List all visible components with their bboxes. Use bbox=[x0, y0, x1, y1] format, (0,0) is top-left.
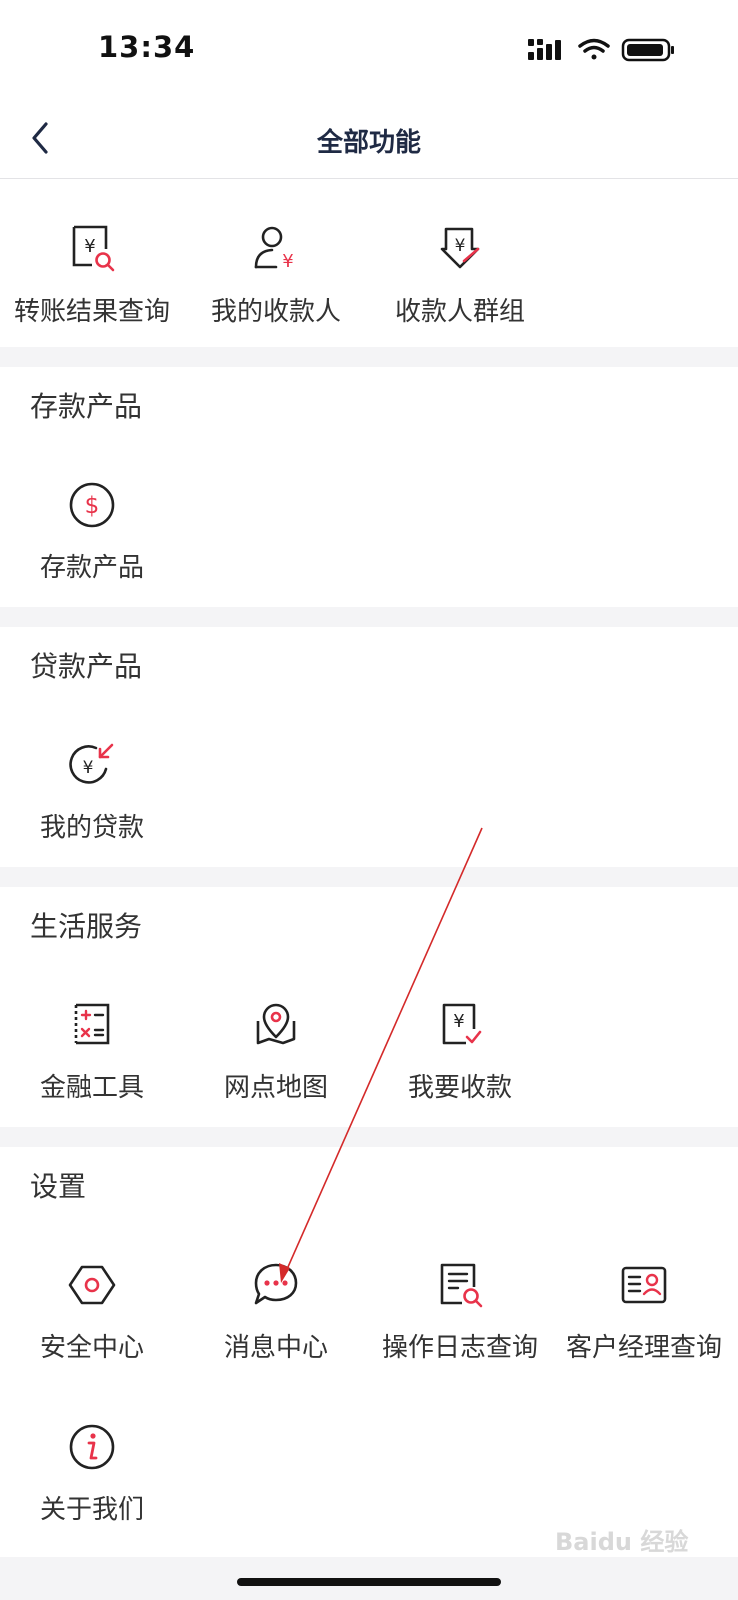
item-label: 消息中心 bbox=[223, 1333, 328, 1363]
item-label: 操作日志查询 bbox=[381, 1333, 538, 1363]
status-icons bbox=[528, 38, 674, 62]
section-title: 存款产品 bbox=[30, 390, 143, 423]
item-label: 关于我们 bbox=[39, 1495, 144, 1525]
section-settings: 设置 安全中心 消息中心 操作日志查询 客户经理查询 关于我们 bbox=[0, 1147, 738, 1557]
status-time: 13:34 bbox=[98, 30, 196, 64]
payee-icon: ¥ bbox=[254, 226, 294, 272]
wifi-icon bbox=[578, 38, 610, 60]
watermark: Baidu 经验 bbox=[555, 1528, 689, 1556]
item-label: 网点地图 bbox=[223, 1073, 328, 1103]
item-label: 客户经理查询 bbox=[565, 1333, 722, 1363]
svg-text:$: $ bbox=[85, 493, 100, 519]
item-my-loans[interactable]: ¥ 我的贷款 bbox=[0, 739, 184, 879]
calculator-icon bbox=[74, 1003, 110, 1045]
item-label: 安全中心 bbox=[39, 1333, 144, 1363]
section-loan: 贷款产品 ¥ 我的贷款 bbox=[0, 627, 738, 867]
item-label: 我的贷款 bbox=[39, 813, 144, 843]
nav-bar: 全部功能 bbox=[0, 100, 738, 179]
home-indicator bbox=[237, 1578, 501, 1586]
section-deposit: 存款产品 $ 存款产品 bbox=[0, 367, 738, 607]
payee-group-icon: ¥ bbox=[440, 227, 480, 269]
map-pin-icon bbox=[256, 1003, 296, 1045]
item-message-center[interactable]: 消息中心 bbox=[184, 1259, 368, 1399]
item-my-payees[interactable]: ¥ 我的收款人 bbox=[184, 223, 368, 363]
info-icon bbox=[69, 1424, 115, 1470]
section-life: 生活服务 金融工具 网点地图 ¥ 我要收款 bbox=[0, 887, 738, 1127]
item-label: 转账结果查询 bbox=[13, 297, 170, 327]
section-title: 生活服务 bbox=[30, 910, 143, 943]
svg-text:¥: ¥ bbox=[453, 1011, 464, 1032]
dollar-circle-icon: $ bbox=[69, 482, 115, 528]
section-title: 设置 bbox=[30, 1170, 87, 1203]
item-payee-group[interactable]: ¥ 收款人群组 bbox=[368, 223, 552, 363]
svg-text:¥: ¥ bbox=[455, 236, 466, 256]
item-label: 金融工具 bbox=[39, 1073, 144, 1103]
section-title: 贷款产品 bbox=[30, 650, 143, 683]
item-deposit-products[interactable]: $ 存款产品 bbox=[0, 479, 184, 619]
log-query-icon bbox=[440, 1263, 483, 1308]
svg-text:¥: ¥ bbox=[84, 236, 95, 257]
item-label: 存款产品 bbox=[39, 553, 144, 583]
item-label: 我的收款人 bbox=[210, 297, 341, 327]
receive-money-icon: ¥ bbox=[442, 1003, 482, 1045]
page-title: 全部功能 bbox=[316, 128, 421, 158]
svg-text:¥: ¥ bbox=[83, 758, 94, 778]
transfer-query-icon: ¥ bbox=[72, 225, 115, 272]
item-operation-log[interactable]: 操作日志查询 bbox=[368, 1259, 552, 1399]
status-bar: 13:34 bbox=[0, 0, 738, 100]
loan-icon: ¥ bbox=[69, 743, 114, 784]
manager-card-icon bbox=[621, 1266, 667, 1304]
item-label: 我要收款 bbox=[407, 1073, 512, 1103]
item-about-us[interactable]: 关于我们 bbox=[0, 1421, 184, 1561]
item-transfer-query[interactable]: ¥ 转账结果查询 bbox=[0, 223, 184, 363]
item-label: 收款人群组 bbox=[394, 297, 525, 327]
item-finance-tools[interactable]: 金融工具 bbox=[0, 999, 184, 1139]
svg-text:¥: ¥ bbox=[282, 251, 293, 272]
section-transfer: ¥ 转账结果查询 ¥ 我的收款人 ¥ 收款人群组 bbox=[0, 179, 738, 347]
security-icon bbox=[68, 1265, 116, 1305]
signal-icon bbox=[528, 39, 561, 60]
item-branch-map[interactable]: 网点地图 bbox=[184, 999, 368, 1139]
message-icon bbox=[254, 1263, 298, 1305]
item-security-center[interactable]: 安全中心 bbox=[0, 1259, 184, 1399]
battery-icon bbox=[621, 38, 674, 62]
item-receive-payment[interactable]: ¥ 我要收款 bbox=[368, 999, 552, 1139]
item-account-manager[interactable]: 客户经理查询 bbox=[552, 1259, 736, 1399]
